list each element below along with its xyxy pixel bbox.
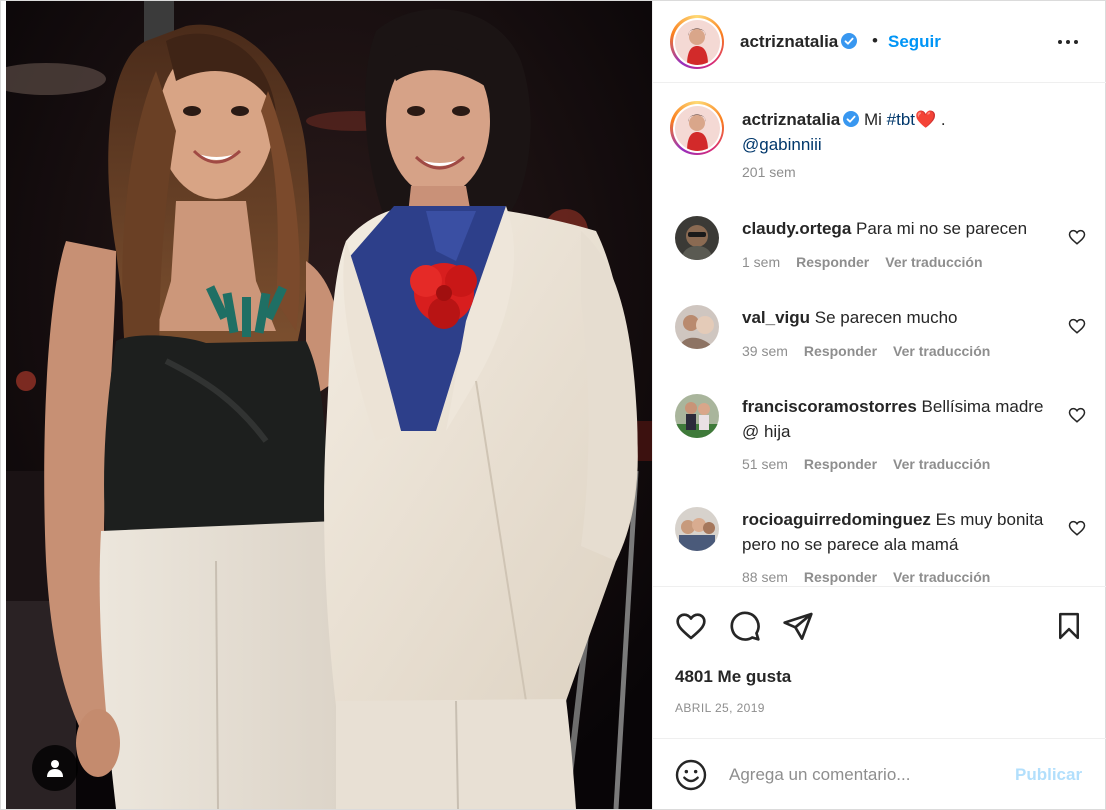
like-comment-heart-icon[interactable] [1068, 406, 1086, 424]
instagram-post: actriznatalia • Seguir actriznatalia Mi … [0, 0, 1106, 810]
verified-badge-icon [843, 111, 860, 127]
post-side-panel: actriznatalia • Seguir actriznatalia Mi … [652, 1, 1106, 809]
follow-button[interactable]: Seguir [888, 32, 941, 52]
see-translation-button[interactable]: Ver traducción [893, 456, 990, 472]
commenter-avatar[interactable] [675, 305, 719, 349]
caption-username[interactable]: actriznatalia [742, 110, 840, 129]
author-username[interactable]: actriznatalia [740, 32, 858, 52]
commenter-avatar[interactable] [675, 394, 719, 438]
add-comment-bar: Publicar [653, 738, 1106, 809]
comment-username[interactable]: val_vigu [742, 308, 810, 327]
comment-meta: 1 sem Responder Ver traducción [742, 254, 983, 270]
caption-hashtag[interactable]: #tbt [887, 110, 915, 129]
caption-body: Mi [864, 110, 887, 129]
comment-bubble-icon[interactable] [728, 609, 762, 643]
like-heart-icon[interactable] [674, 609, 708, 643]
comment-body: Para mi no se parecen [856, 219, 1028, 238]
reply-button[interactable]: Responder [796, 254, 869, 270]
post-header: actriznatalia • Seguir [653, 1, 1106, 83]
comment-username[interactable]: claudy.ortega [742, 219, 851, 238]
comment-body: Se parecen mucho [814, 308, 958, 327]
avatar-image [675, 216, 719, 260]
post-photo[interactable] [6, 1, 652, 809]
caption-body-end: . [936, 110, 946, 129]
reply-button[interactable]: Responder [804, 456, 877, 472]
save-bookmark-icon[interactable] [1052, 609, 1086, 643]
caption-timestamp[interactable]: 201 sem [742, 164, 796, 180]
tagged-users-button[interactable] [32, 745, 78, 791]
comment-time[interactable]: 39 sem [742, 343, 788, 359]
comment-meta: 88 sem Responder Ver traducción [742, 569, 990, 585]
verified-badge-icon [841, 33, 858, 49]
avatar-image [674, 19, 720, 65]
heart-emoji: ❤️ [915, 110, 937, 129]
caption-text: actriznatalia Mi #tbt❤️ . @gabinniii [742, 107, 1072, 157]
photo-illustration [6, 1, 652, 809]
like-comment-heart-icon[interactable] [1068, 317, 1086, 335]
more-options-icon[interactable] [1051, 31, 1085, 53]
post-date[interactable]: ABRIL 25, 2019 [675, 701, 765, 715]
commenter-avatar[interactable] [675, 216, 719, 260]
see-translation-button[interactable]: Ver traducción [893, 569, 990, 585]
comments-section[interactable]: actriznatalia Mi #tbt❤️ . @gabinniii 201… [653, 84, 1106, 586]
like-comment-heart-icon[interactable] [1068, 228, 1086, 246]
comment-time[interactable]: 1 sem [742, 254, 780, 270]
comment-text: franciscoramostorres Bellísima madre @ h… [742, 394, 1062, 444]
comment-meta: 39 sem Responder Ver traducción [742, 343, 990, 359]
commenter-avatar[interactable] [675, 507, 719, 551]
post-actions: 4801 Me gusta ABRIL 25, 2019 [653, 586, 1106, 738]
user-icon [47, 760, 63, 777]
likes-count[interactable]: 4801 Me gusta [675, 667, 791, 687]
comment-time[interactable]: 51 sem [742, 456, 788, 472]
emoji-smiley-icon[interactable] [675, 759, 707, 791]
publish-button[interactable]: Publicar [1015, 765, 1082, 785]
avatar-image [674, 105, 720, 151]
see-translation-button[interactable]: Ver traducción [893, 343, 990, 359]
reply-button[interactable]: Responder [804, 569, 877, 585]
reply-button[interactable]: Responder [804, 343, 877, 359]
avatar-image [675, 305, 719, 349]
comment-time[interactable]: 88 sem [742, 569, 788, 585]
comment-text: rocioaguirredominguez Es muy bonita pero… [742, 507, 1062, 557]
see-translation-button[interactable]: Ver traducción [885, 254, 982, 270]
avatar-image [675, 394, 719, 438]
comment-text: claudy.ortega Para mi no se parecen [742, 216, 1062, 241]
author-avatar[interactable] [670, 15, 724, 69]
comment-username[interactable]: rocioaguirredominguez [742, 510, 931, 529]
comment-meta: 51 sem Responder Ver traducción [742, 456, 990, 472]
caption-mention[interactable]: @gabinniii [742, 135, 822, 154]
comment-text: val_vigu Se parecen mucho [742, 305, 1062, 330]
comment-input[interactable] [729, 761, 999, 789]
avatar-image [675, 507, 719, 551]
header-separator: • [872, 31, 878, 50]
comment-username[interactable]: franciscoramostorres [742, 397, 917, 416]
caption-author-avatar[interactable] [670, 101, 724, 155]
share-paper-plane-icon[interactable] [781, 609, 815, 643]
like-comment-heart-icon[interactable] [1068, 519, 1086, 537]
